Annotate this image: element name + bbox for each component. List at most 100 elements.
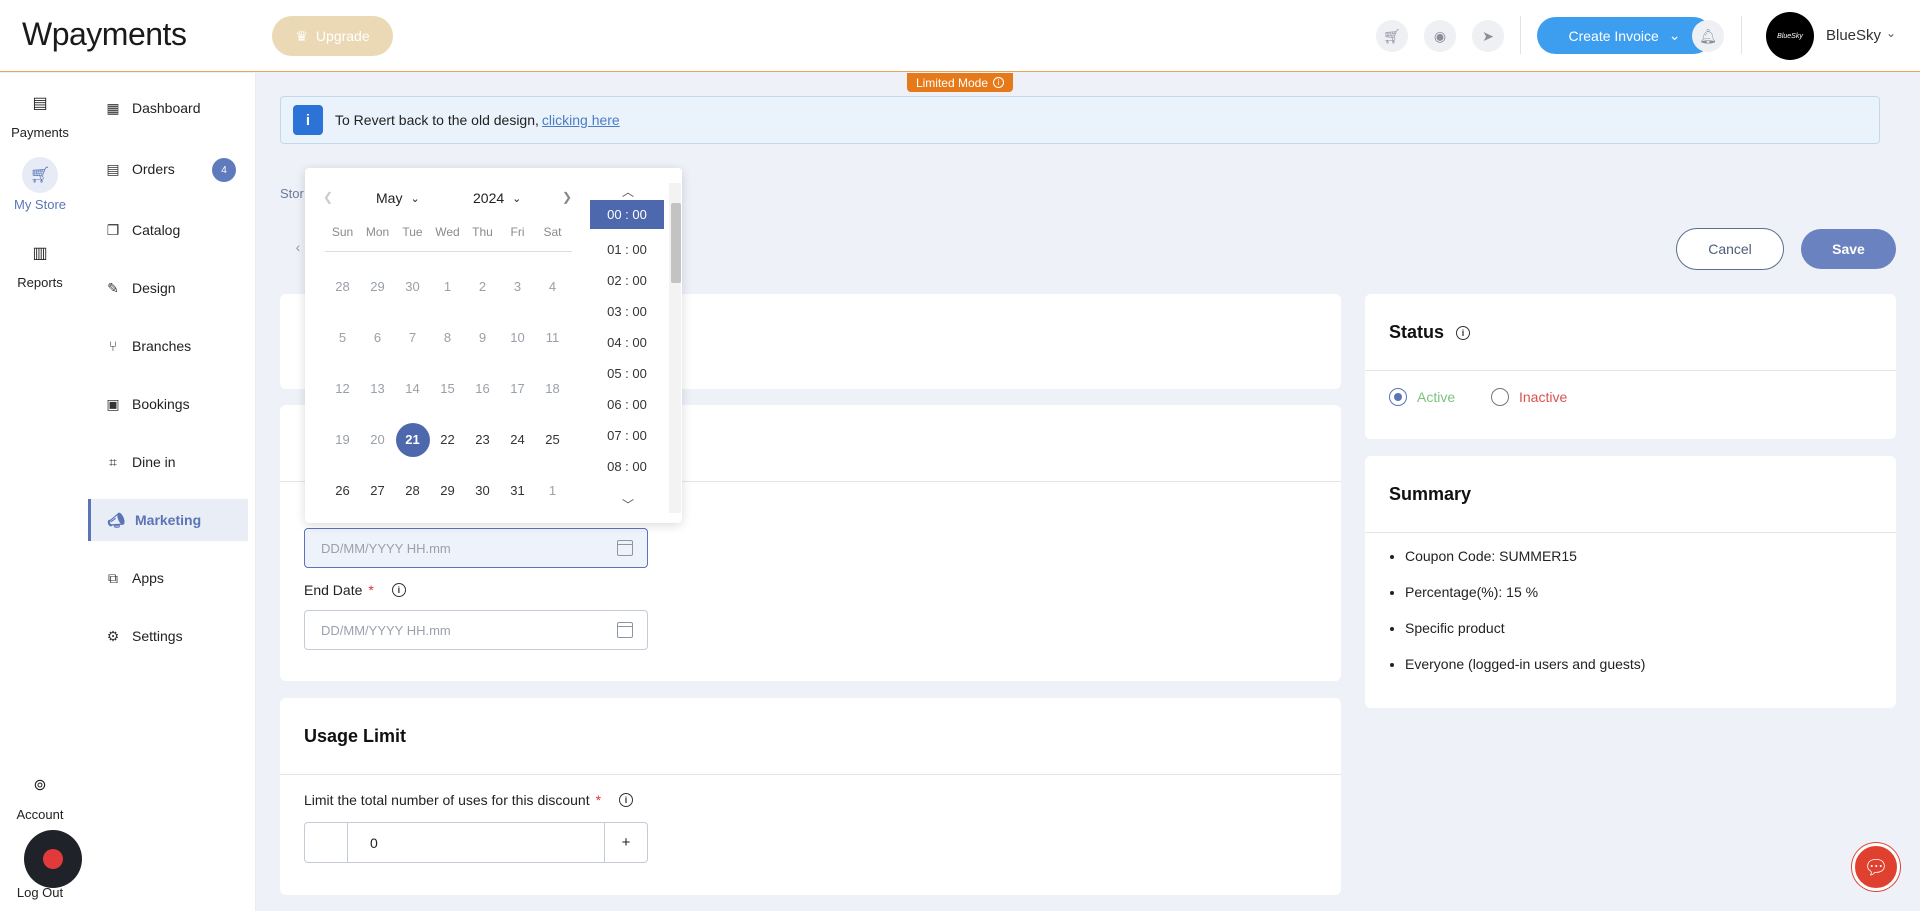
calendar-day[interactable]: 31: [500, 483, 535, 498]
time-option[interactable]: 04 : 00: [590, 327, 664, 358]
calendar-day[interactable]: 1: [430, 279, 465, 294]
calendar-day[interactable]: 18: [535, 381, 570, 396]
user-name[interactable]: BlueSky: [1826, 27, 1881, 44]
calendar-day[interactable]: 23: [465, 432, 500, 447]
status-inactive-radio[interactable]: Inactive: [1491, 388, 1567, 406]
time-option[interactable]: 08 : 00: [590, 451, 664, 482]
calendar-day[interactable]: 5: [325, 330, 360, 345]
increment-button[interactable]: +: [604, 823, 647, 862]
usage-limit-value[interactable]: 0: [348, 823, 604, 862]
calendar-day[interactable]: 27: [360, 483, 395, 498]
calendar-day[interactable]: 28: [395, 483, 430, 498]
calendar-day[interactable]: 2: [465, 279, 500, 294]
month-select[interactable]: May ⌄: [376, 190, 420, 206]
time-option-selected[interactable]: 00 : 00: [590, 200, 664, 229]
calendar-day[interactable]: 4: [535, 279, 570, 294]
sidebar-item-orders[interactable]: ▤ Orders 4: [88, 148, 248, 190]
send-icon[interactable]: ➤: [1472, 20, 1504, 52]
chevron-down-icon[interactable]: ﹀: [622, 496, 634, 513]
time-scrollbar-thumb[interactable]: [671, 203, 681, 283]
decrement-button[interactable]: [305, 823, 348, 862]
calendar-day[interactable]: 22: [430, 432, 465, 447]
calendar-day[interactable]: 26: [325, 483, 360, 498]
sidebar-item-settings[interactable]: ⚙ Settings: [88, 615, 248, 657]
cart-icon[interactable]: 🛒︎: [1376, 20, 1408, 52]
chevron-left-icon[interactable]: ❮: [323, 190, 333, 204]
calendar-day[interactable]: 29: [360, 279, 395, 294]
calendar-day[interactable]: 16: [465, 381, 500, 396]
calendar-icon[interactable]: [617, 540, 633, 556]
record-button[interactable]: [24, 830, 82, 888]
time-option[interactable]: 02 : 00: [590, 265, 664, 296]
info-icon[interactable]: i: [619, 793, 634, 807]
time-option[interactable]: 05 : 00: [590, 358, 664, 389]
calendar-day[interactable]: 15: [430, 381, 465, 396]
time-option[interactable]: 06 : 00: [590, 389, 664, 420]
calendar-day[interactable]: 12: [325, 381, 360, 396]
sidebar-item-label: Catalog: [132, 222, 181, 238]
avatar[interactable]: BlueSky: [1766, 12, 1814, 60]
calendar-day[interactable]: 7: [395, 330, 430, 345]
calendar-day[interactable]: 8: [430, 330, 465, 345]
sidebar-item-design[interactable]: ✎ Design: [88, 267, 248, 309]
calendar-icon[interactable]: [617, 622, 633, 638]
bell-icon[interactable]: 🔔︎: [1692, 20, 1724, 52]
calendar-day-selected[interactable]: 21: [395, 422, 430, 457]
rail-item-reports[interactable]: ▥ Reports: [0, 235, 80, 290]
calendar-day[interactable]: 9: [465, 330, 500, 345]
sidebar-item-bookings[interactable]: ▣ Bookings: [88, 383, 248, 425]
logo[interactable]: Wpayments: [22, 16, 187, 53]
calendar-day[interactable]: 13: [360, 381, 395, 396]
calendar-day[interactable]: 6: [360, 330, 395, 345]
rail-item-logout[interactable]: Log Out: [0, 885, 80, 900]
time-option[interactable]: 01 : 00: [590, 234, 664, 265]
breadcrumb[interactable]: Stor: [280, 186, 304, 201]
sidebar-item-catalog[interactable]: ❐ Catalog: [88, 209, 248, 251]
calendar-day[interactable]: 24: [500, 432, 535, 447]
eye-icon[interactable]: ◉: [1424, 20, 1456, 52]
save-button[interactable]: Save: [1801, 229, 1896, 269]
sidebar-item-dine-in[interactable]: ⌗ Dine in: [88, 441, 248, 483]
year-select[interactable]: 2024 ⌄: [473, 190, 521, 206]
cancel-button[interactable]: Cancel: [1676, 228, 1784, 270]
sidebar-item-branches[interactable]: ⑂ Branches: [88, 325, 248, 367]
crown-icon: ♛: [295, 27, 308, 44]
calendar-day[interactable]: 29: [430, 483, 465, 498]
calendar-day[interactable]: 17: [500, 381, 535, 396]
calendar-day[interactable]: 28: [325, 279, 360, 294]
radio-dot[interactable]: [1491, 388, 1509, 406]
revert-link[interactable]: clicking here: [542, 112, 620, 128]
time-option[interactable]: 07 : 00: [590, 420, 664, 451]
upgrade-button[interactable]: ♛ Upgrade: [272, 16, 393, 56]
rail-item-payments[interactable]: ▤ Payments: [0, 85, 80, 140]
radio-dot[interactable]: [1389, 388, 1407, 406]
calendar-day[interactable]: 3: [500, 279, 535, 294]
calendar-day[interactable]: 20: [360, 432, 395, 447]
usage-limit-stepper[interactable]: 0 +: [304, 822, 648, 863]
chevron-right-icon[interactable]: ❯: [562, 190, 572, 204]
status-active-radio[interactable]: Active: [1389, 388, 1455, 406]
sidebar-item-dashboard[interactable]: ▦ Dashboard: [88, 87, 248, 129]
calendar-day[interactable]: 11: [535, 330, 570, 345]
create-invoice-button[interactable]: Create Invoice ⌄: [1537, 17, 1712, 54]
sidebar-item-apps[interactable]: ⧉ Apps: [88, 557, 248, 599]
calendar-day[interactable]: 1: [535, 483, 570, 498]
limited-mode-badge[interactable]: Limited Mode i: [907, 73, 1013, 92]
calendar-day[interactable]: 30: [395, 279, 430, 294]
sidebar-item-marketing[interactable]: 📣︎ Marketing: [88, 499, 248, 541]
info-icon[interactable]: i: [1456, 325, 1471, 340]
chevron-down-icon[interactable]: ⌄: [1886, 26, 1896, 40]
info-icon[interactable]: i: [391, 583, 406, 597]
end-date-input[interactable]: DD/MM/YYYY HH.mm: [304, 610, 648, 650]
rail-item-my-store[interactable]: 🛒︎ My Store: [0, 157, 80, 212]
chevron-up-icon[interactable]: ︿: [622, 183, 634, 200]
chat-bubble-icon[interactable]: 💬︎: [1852, 843, 1900, 891]
calendar-day[interactable]: 25: [535, 432, 570, 447]
start-date-input[interactable]: DD/MM/YYYY HH.mm: [304, 528, 648, 568]
calendar-day[interactable]: 19: [325, 432, 360, 447]
calendar-day[interactable]: 30: [465, 483, 500, 498]
calendar-day[interactable]: 10: [500, 330, 535, 345]
calendar-day[interactable]: 14: [395, 381, 430, 396]
time-option[interactable]: 03 : 00: [590, 296, 664, 327]
rail-item-account[interactable]: ⊚ Account: [0, 767, 80, 822]
